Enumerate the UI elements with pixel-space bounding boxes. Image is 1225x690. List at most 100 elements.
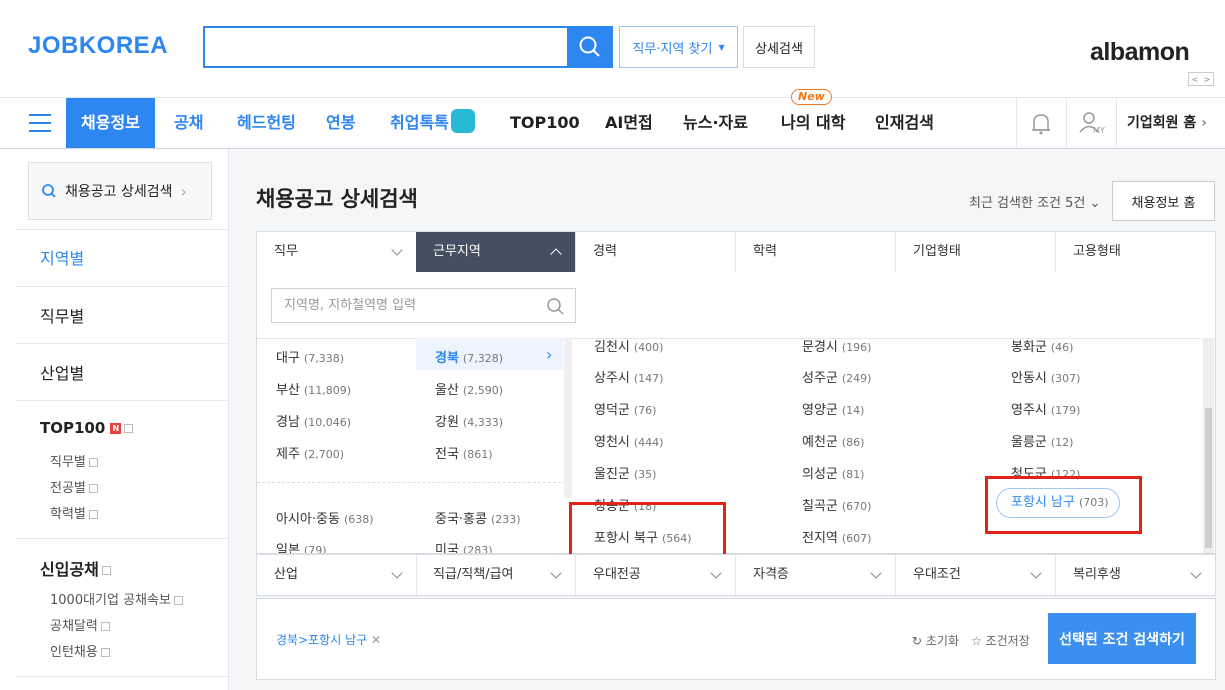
chevron-down-icon: ⌄ — [1089, 196, 1101, 211]
side-top100-education[interactable]: 학력별 — [50, 503, 98, 522]
job-region-find-button[interactable]: 직무·지역 찾기 ▼ — [619, 26, 738, 68]
jobkorea-logo[interactable]: JOBKOREA — [28, 32, 168, 60]
subregion-item[interactable]: 상주시 (147) — [594, 367, 663, 386]
region-count: (7,338) — [303, 352, 344, 365]
nav-talk[interactable]: 취업톡톡 — [390, 98, 449, 148]
region-count: (196) — [841, 341, 872, 354]
subregion-item[interactable]: 영주시 (179) — [1011, 399, 1080, 418]
tab-position-salary[interactable]: 직급/직책/급여 — [416, 555, 576, 595]
region-search-input[interactable]: 지역명, 지하철역명 입력 — [271, 288, 576, 323]
subregion-item[interactable]: 울릉군 (12) — [1011, 431, 1073, 450]
subregion-item[interactable]: 예천군 (86) — [802, 431, 864, 450]
tab-preferred-major[interactable]: 우대전공 — [576, 555, 736, 595]
nav-company-home[interactable]: 기업회원 홈 › — [1127, 98, 1207, 148]
nav-recruit-info[interactable]: 채용정보 — [66, 98, 155, 148]
subregion-scrollbar[interactable] — [1203, 338, 1214, 553]
side-by-region[interactable]: 지역별 — [40, 245, 84, 269]
tab-preferred-condition[interactable]: 우대조건 — [896, 555, 1056, 595]
tab-work-region[interactable]: 근무지역 — [416, 232, 576, 272]
tab-certificate[interactable]: 자격증 — [736, 555, 896, 595]
tab-industry[interactable]: 산업 — [257, 555, 417, 595]
search-button[interactable] — [567, 26, 613, 68]
chevron-down-icon — [1190, 567, 1202, 579]
recent-search-dropdown[interactable]: 최근 검색한 조건 5건 ⌄ — [969, 192, 1100, 211]
search-input[interactable] — [203, 26, 569, 68]
search-icon[interactable] — [546, 297, 566, 317]
scrollbar-thumb[interactable] — [1205, 408, 1212, 548]
side-by-job[interactable]: 직무별 — [40, 303, 84, 327]
region-count: (4,333) — [462, 416, 503, 429]
subregion-item[interactable]: 안동시 (307) — [1011, 367, 1080, 386]
subregion-item[interactable]: 울진군 (35) — [594, 463, 656, 482]
albamon-nav[interactable]: < > — [1188, 72, 1214, 86]
subregion-item[interactable]: 전지역 (607) — [802, 527, 871, 546]
region-item[interactable]: 중국·홍콩 (233) — [435, 508, 521, 527]
side-gongchae-1000[interactable]: 1000대기업 공채속보 — [50, 589, 183, 608]
nav-salary[interactable]: 연봉 — [326, 98, 355, 148]
new-window-icon — [88, 510, 98, 519]
side-gongchae-calendar[interactable]: 공채달력 — [50, 615, 110, 634]
region-item[interactable]: 부산 (11,809) — [276, 379, 351, 398]
divider — [16, 676, 228, 677]
side-intern[interactable]: 인턴채용 — [50, 641, 110, 660]
side-by-industry[interactable]: 산업별 — [40, 360, 84, 384]
tab-company-type[interactable]: 기업형태 — [896, 232, 1056, 272]
nav-gongchae[interactable]: 공채 — [174, 98, 203, 148]
tab-employment-type[interactable]: 고용형태 — [1056, 232, 1215, 272]
region-count: (307) — [1050, 372, 1081, 385]
region-item[interactable]: 강원 (4,333) — [435, 411, 503, 430]
region-name: 성주군 — [802, 371, 838, 386]
region-item[interactable]: 아시아·중동 (638) — [276, 508, 374, 527]
my-label: MY — [1093, 126, 1105, 135]
side-detail-search[interactable]: 채용공고 상세검색 › — [28, 162, 212, 220]
side-gongchae[interactable]: 신입공채 — [40, 556, 111, 580]
chevron-right-icon[interactable]: > — [1204, 75, 1211, 84]
tab-welfare[interactable]: 복리후생 — [1056, 555, 1215, 595]
region-item[interactable]: 전국 (861) — [435, 443, 493, 462]
recruit-home-button[interactable]: 채용정보 홈 — [1112, 181, 1215, 221]
subregion-item[interactable]: 칠곡군 (670) — [802, 495, 871, 514]
subregion-item[interactable]: 의성군 (81) — [802, 463, 864, 482]
chevron-down-icon — [391, 244, 403, 256]
nav-ai-interview[interactable]: AI면접 — [605, 98, 653, 148]
region-scrollbar[interactable] — [564, 338, 572, 498]
nav-news[interactable]: 뉴스·자료 — [683, 98, 748, 148]
nav-talent-search[interactable]: 인재검색 — [875, 98, 934, 148]
save-label: 조건저장 — [985, 634, 1030, 648]
close-icon[interactable]: ✕ — [371, 633, 381, 647]
region-count: (147) — [633, 372, 664, 385]
region-item[interactable]: 대구 (7,338) — [276, 347, 344, 366]
tab-education[interactable]: 학력 — [736, 232, 896, 272]
top100-label: TOP100 — [40, 419, 106, 437]
subregion-item[interactable]: 영천시 (444) — [594, 431, 663, 450]
nav-my-university[interactable]: 나의 대학 — [781, 98, 845, 148]
nav-top100[interactable]: TOP100 — [510, 98, 580, 148]
subregion-item[interactable]: 영양군 (14) — [802, 399, 864, 418]
sub-label: 전공별 — [50, 481, 86, 496]
tab-job[interactable]: 직무 — [257, 232, 417, 272]
selected-chip[interactable]: 경북>포항시 남구 ✕ — [276, 631, 381, 648]
region-name: 문경시 — [802, 340, 838, 355]
menu-icon[interactable] — [29, 114, 51, 132]
subregion-item[interactable]: 성주군 (249) — [802, 367, 871, 386]
chevron-left-icon[interactable]: < — [1192, 75, 1199, 84]
search-selected-button[interactable]: 선택된 조건 검색하기 — [1048, 613, 1196, 664]
reset-button[interactable]: ↻ 초기화 — [912, 632, 959, 649]
region-item[interactable]: 울산 (2,590) — [435, 379, 503, 398]
side-top100-major[interactable]: 전공별 — [50, 477, 98, 496]
detail-search-button[interactable]: 상세검색 — [743, 26, 815, 68]
tab-career[interactable]: 경력 — [576, 232, 736, 272]
albamon-logo[interactable]: albamon — [1090, 38, 1190, 67]
nav-headhunting[interactable]: 헤드헌팅 — [237, 98, 296, 148]
region-item[interactable]: 제주 (2,700) — [276, 443, 344, 462]
side-top100-job[interactable]: 직무별 — [50, 451, 98, 470]
new-window-icon — [100, 648, 110, 657]
save-condition-button[interactable]: ☆ 조건저장 — [971, 632, 1030, 649]
subregion-item[interactable]: 영덕군 (76) — [594, 399, 656, 418]
bell-icon[interactable] — [1030, 112, 1052, 136]
side-top100[interactable]: TOP100 N — [40, 419, 134, 437]
region-item[interactable]: 경남 (10,046) — [276, 411, 351, 430]
region-item[interactable]: 경북 (7,328) — [435, 347, 503, 366]
chevron-down-icon — [1030, 567, 1042, 579]
region-count: (444) — [633, 436, 664, 449]
